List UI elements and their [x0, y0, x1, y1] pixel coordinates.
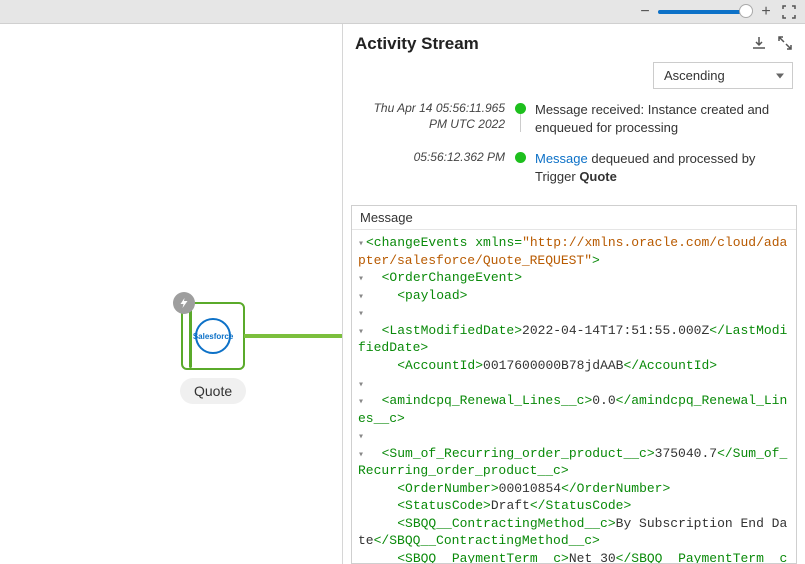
- sort-row: Ascending: [343, 58, 805, 99]
- panel-title: Activity Stream: [355, 34, 479, 54]
- activity-stream-panel: Activity Stream Ascending Thu Apr 14 05:…: [342, 24, 805, 564]
- flow-canvas[interactable]: Salesforce Quote: [0, 24, 342, 564]
- message-panel: Message ▾<changeEvents xmlns="http://xml…: [351, 205, 797, 564]
- event-body: Message received: Instance created and e…: [535, 99, 793, 136]
- event-timestamp: 05:56:12.362 PM: [355, 148, 505, 166]
- top-toolbar: − +: [0, 0, 805, 24]
- zoom-out-button[interactable]: −: [638, 5, 652, 19]
- message-xml-body[interactable]: ▾<changeEvents xmlns="http://xmlns.oracl…: [352, 230, 796, 563]
- salesforce-icon: Salesforce: [195, 318, 231, 354]
- event-marker-col: [513, 148, 527, 163]
- event-marker-col: [513, 99, 527, 132]
- expand-icon[interactable]: [777, 35, 793, 54]
- events-list: Thu Apr 14 05:56:11.965 PM UTC 2022 Mess…: [343, 99, 805, 205]
- event-status-dot-icon: [515, 152, 526, 163]
- trigger-bolt-icon: [173, 292, 195, 314]
- sort-select[interactable]: Ascending: [653, 62, 793, 89]
- trigger-node-label: Quote: [180, 378, 246, 404]
- event-status-dot-icon: [515, 103, 526, 114]
- fit-to-screen-icon[interactable]: [781, 4, 797, 20]
- zoom-slider[interactable]: [658, 10, 753, 14]
- zoom-controls: − +: [638, 5, 773, 19]
- event-row: 05:56:12.362 PM Message dequeued and pro…: [355, 148, 793, 185]
- trigger-node[interactable]: Salesforce Quote: [180, 302, 246, 404]
- content-area: Salesforce Quote Activity Stream Ascendi…: [0, 24, 805, 564]
- event-connector-line: [520, 114, 521, 132]
- message-panel-title: Message: [352, 206, 796, 230]
- event-timestamp: Thu Apr 14 05:56:11.965 PM UTC 2022: [355, 99, 505, 132]
- zoom-slider-thumb[interactable]: [739, 4, 753, 18]
- message-link[interactable]: Message: [535, 151, 588, 166]
- event-body: Message dequeued and processed by Trigge…: [535, 148, 793, 185]
- event-row: Thu Apr 14 05:56:11.965 PM UTC 2022 Mess…: [355, 99, 793, 136]
- zoom-slider-fill: [658, 10, 744, 14]
- flow-connector: [244, 334, 342, 338]
- trigger-node-box[interactable]: Salesforce: [181, 302, 245, 370]
- download-icon[interactable]: [751, 35, 767, 54]
- event-trigger-name: Quote: [579, 169, 617, 184]
- zoom-in-button[interactable]: +: [759, 5, 773, 19]
- panel-actions: [751, 35, 793, 54]
- panel-header: Activity Stream: [343, 24, 805, 58]
